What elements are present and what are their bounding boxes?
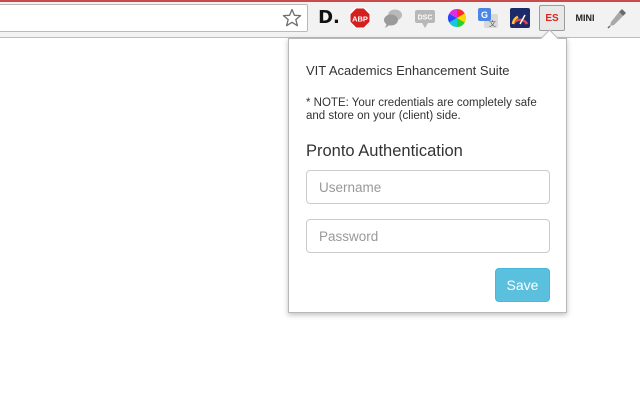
d-icon[interactable]: D. — [318, 7, 340, 29]
color-wheel-icon[interactable] — [446, 7, 468, 29]
google-translate-icon[interactable]: G 文 — [477, 7, 499, 29]
mini-icon[interactable]: MINI — [572, 7, 598, 29]
section-heading: Pronto Authentication — [306, 142, 463, 160]
svg-text:G: G — [481, 10, 488, 20]
abp-icon[interactable]: ABP — [349, 7, 371, 29]
dsc-icon[interactable]: DSC — [414, 7, 436, 29]
browser-toolbar: D. ABP DSC G 文 ES MINI — [0, 0, 640, 38]
bookmark-star-icon[interactable] — [282, 8, 302, 28]
address-bar[interactable] — [0, 4, 308, 32]
tab-strip-edge — [0, 0, 640, 2]
es-icon[interactable]: ES — [539, 5, 565, 31]
password-input[interactable] — [306, 219, 550, 253]
popup-title: VIT Academics Enhancement Suite — [306, 63, 510, 78]
speedometer-icon[interactable] — [509, 7, 531, 29]
browser-window: D. ABP DSC G 文 ES MINI VIT Academics Enh… — [0, 0, 640, 400]
credentials-note: * NOTE: Your credentials are completely … — [306, 97, 537, 122]
svg-text:文: 文 — [489, 19, 496, 28]
username-input[interactable] — [306, 170, 550, 204]
extension-popup: VIT Academics Enhancement Suite * NOTE: … — [288, 29, 567, 313]
save-button[interactable]: Save — [495, 268, 550, 302]
svg-text:ABP: ABP — [352, 15, 368, 24]
svg-text:DSC: DSC — [418, 15, 433, 22]
dropper-icon[interactable] — [606, 7, 628, 29]
chat-bubble-icon[interactable] — [382, 7, 404, 29]
